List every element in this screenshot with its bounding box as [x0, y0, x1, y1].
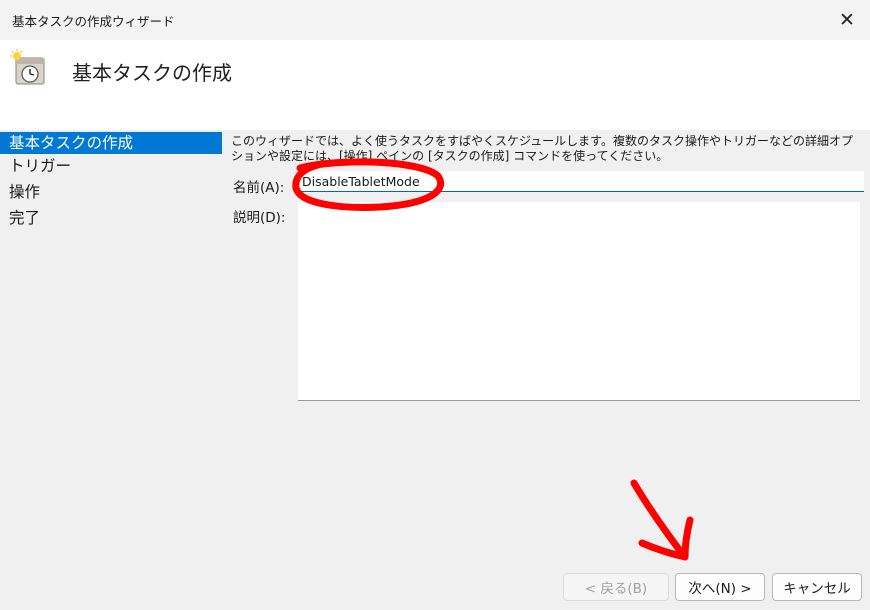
page-title: 基本タスクの作成 — [72, 61, 232, 85]
description-label: 説明(D): — [233, 210, 286, 226]
back-button[interactable]: < 戻る(B) — [563, 573, 669, 601]
next-button[interactable]: 次へ(N) > — [675, 573, 765, 601]
title-bar: 基本タスクの作成ウィザード ✕ — [0, 0, 870, 41]
name-input[interactable] — [298, 171, 864, 192]
window-title: 基本タスクの作成ウィザード — [12, 14, 175, 29]
wizard-steps-sidebar: 基本タスクの作成 トリガー 操作 完了 — [0, 130, 222, 610]
description-input[interactable] — [298, 202, 860, 401]
close-icon: ✕ — [839, 9, 855, 31]
cancel-button[interactable]: キャンセル — [772, 573, 862, 601]
close-button[interactable]: ✕ — [824, 0, 870, 40]
task-scheduler-clock-icon — [10, 49, 45, 85]
name-label: 名前(A): — [233, 180, 285, 196]
sidebar-item-create-basic-task[interactable]: 基本タスクの作成 — [0, 132, 222, 154]
sidebar-item-trigger[interactable]: トリガー — [0, 154, 222, 180]
sidebar-item-finish[interactable]: 完了 — [0, 206, 222, 232]
wizard-header: 基本タスクの作成 — [0, 40, 870, 130]
sidebar-item-action[interactable]: 操作 — [0, 180, 222, 206]
wizard-content: このウィザードでは、よく使うタスクをすばやくスケジュールします。複数のタスク操作… — [222, 130, 870, 610]
intro-text: このウィザードでは、よく使うタスクをすばやくスケジュールします。複数のタスク操作… — [231, 134, 853, 163]
